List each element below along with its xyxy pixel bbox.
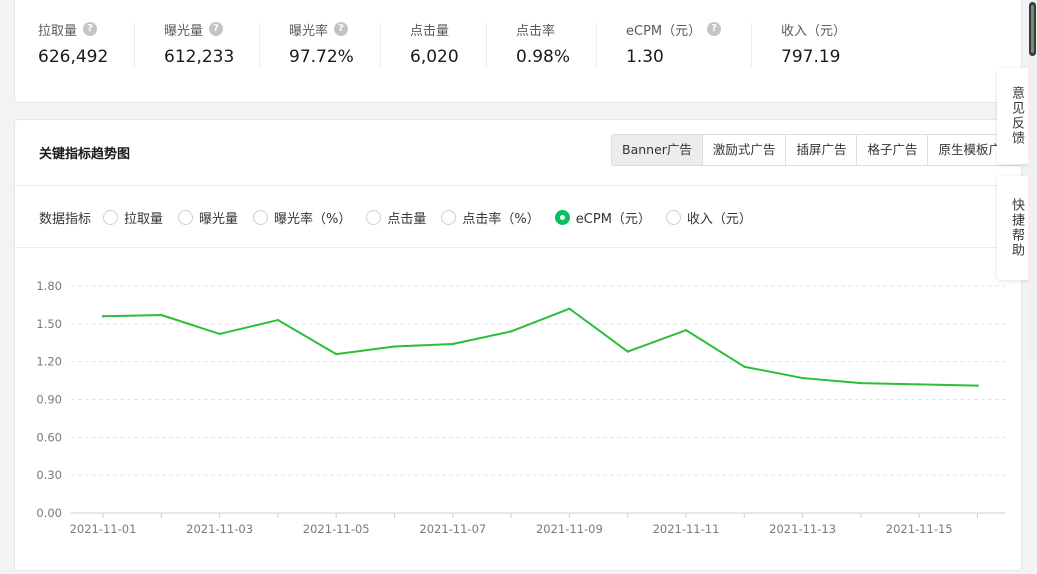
divider [596,23,597,67]
x-tick-label: 2021-11-01 [70,522,137,536]
data-point [684,328,688,332]
data-point [918,383,921,386]
help-icon[interactable]: ? [83,22,98,36]
x-tick-label: 2021-11-05 [303,522,370,536]
x-tick-label: 2021-11-09 [536,522,603,536]
stat-value: 626,492 [38,47,109,67]
series-line [102,307,978,387]
scrollbar-thumb[interactable] [1029,2,1036,56]
stat-exposure-count: 曝光量? 612,233 [164,19,234,79]
stat-pull-count: 拉取量? 626,492 [38,19,108,79]
feedback-label: 意见反馈 [1009,86,1024,146]
data-point [801,376,804,380]
stat-value: 612,233 [164,47,235,67]
data-point [859,381,863,385]
data-point [276,318,280,322]
y-tick-label: 1.50 [36,317,62,331]
stat-ecpm: eCPM（元）? 1.30 [626,19,722,79]
stat-label: 点击量 [410,23,450,39]
divider [486,23,487,67]
divider [380,23,381,67]
help-label: 快捷帮助 [1009,198,1024,258]
data-point [509,330,513,333]
stat-value: 97.72% [289,47,354,67]
y-tick-label: 1.80 [36,279,62,293]
trend-chart-card: 关键指标趋势图 Banner广告 激励式广告 插屏广告 格子广告 原生模板广告 … [14,119,1022,571]
data-point [160,313,163,317]
stat-exposure-rate: 曝光率? 97.72% [289,19,354,79]
y-tick-label: 0.90 [36,393,62,407]
stat-label: 曝光率 [289,23,329,39]
stat-revenue: 收入（元） 797.19 [781,19,846,79]
summary-stats-card: 拉取量? 626,492 曝光量? 612,233 曝光率? 97.72% 点击… [14,0,1022,103]
data-point [101,315,105,318]
stat-label: 拉取量 [38,23,78,39]
stat-value: 1.30 [626,47,664,67]
data-point [626,350,629,353]
help-icon[interactable]: ? [707,22,722,36]
help-icon[interactable]: ? [334,22,349,36]
x-tick-label: 2021-11-13 [769,522,836,536]
ecpm-line-chart: 0.00 0.30 0.60 0.90 1.20 1.50 1.80 2021-11-01 20… [36,279,1005,536]
x-tick-label: 2021-11-07 [419,522,486,536]
x-tick-label: 2021-11-03 [186,522,253,536]
divider [134,23,135,67]
x-tick-label: 2021-11-11 [653,522,720,536]
data-point [743,365,746,368]
data-point [335,352,338,356]
stat-click-count: 点击量 6,020 [410,19,459,79]
stat-label: eCPM（元） [626,23,702,39]
data-point [568,307,571,310]
data-point [451,342,454,346]
stat-value: 0.98% [516,47,571,67]
stat-label: 收入（元） [781,23,847,39]
stat-value: 6,020 [410,47,459,67]
stat-label: 曝光量 [164,23,204,39]
data-point [976,384,979,387]
divider [751,23,752,67]
data-point [393,345,396,348]
stat-label: 点击率 [516,23,556,39]
y-tick-label: 0.00 [36,506,62,520]
stat-click-rate: 点击率 0.98% [516,19,570,79]
data-point [218,332,221,336]
x-tick-label: 2021-11-15 [886,522,953,536]
help-icon[interactable]: ? [209,22,224,36]
y-tick-label: 0.30 [36,468,62,482]
y-tick-label: 1.20 [36,355,62,369]
stat-value: 797.19 [781,47,841,67]
y-tick-label: 0.60 [36,430,62,444]
divider [259,23,260,67]
